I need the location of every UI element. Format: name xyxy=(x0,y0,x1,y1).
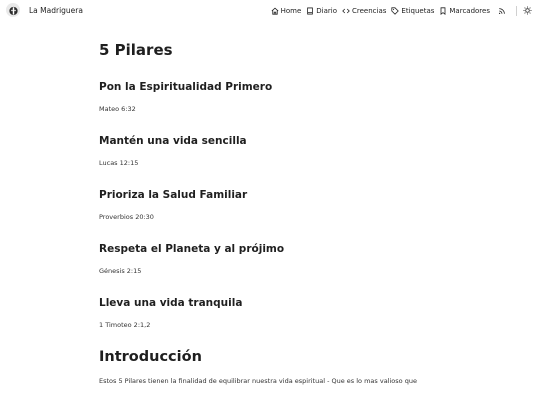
main-nav: Home Diario Creencias Etiquetas Marcador… xyxy=(266,5,534,16)
pillar-reference: Proverbios 20:30 xyxy=(99,213,154,221)
pillar-section: Pon la Espiritualidad Primero Mateo 6:32 xyxy=(99,80,459,114)
nav-label-etiquetas: Etiquetas xyxy=(401,6,435,15)
pillar-reference: 1 Timoteo 2:1,2 xyxy=(99,321,151,329)
pillar-section: Respeta el Planeta y al prójimo Génesis … xyxy=(99,242,459,276)
rss-link[interactable] xyxy=(498,7,508,15)
nav-item-creencias[interactable]: Creencias xyxy=(342,7,386,15)
nav-label-creencias: Creencias xyxy=(352,6,387,15)
bookmark-icon xyxy=(440,6,446,15)
pillar-heading: Mantén una vida sencilla xyxy=(99,135,247,147)
tag-icon xyxy=(391,6,400,15)
pillar-reference: Lucas 12:15 xyxy=(99,159,139,167)
pillar-reference: Génesis 2:15 xyxy=(99,267,142,275)
intro-paragraph: Estos 5 Pilares tienen la finalidad de e… xyxy=(99,377,417,385)
pillar-section: Prioriza la Salud Familiar Proverbios 20… xyxy=(99,188,459,222)
pillar-reference: Mateo 6:32 xyxy=(99,105,136,113)
book-icon xyxy=(307,7,314,14)
code-icon xyxy=(342,8,350,13)
pillar-heading: Respeta el Planeta y al prójimo xyxy=(99,243,285,255)
pillar-heading: Pon la Espiritualidad Primero xyxy=(99,81,273,93)
pillar-heading: Lleva una vida tranquila xyxy=(99,297,243,309)
nav-item-home[interactable]: Home xyxy=(271,6,302,15)
top-navbar: La Madriguera Home Diario Creencias Etiq… xyxy=(0,0,540,22)
pillar-section: Mantén una vida sencilla Lucas 12:15 xyxy=(99,134,459,168)
pillar-section: Lleva una vida tranquila 1 Timoteo 2:1,2 xyxy=(99,296,459,330)
nav-item-diario[interactable]: Diario xyxy=(306,7,337,15)
home-icon xyxy=(271,7,279,15)
theme-toggle-button[interactable] xyxy=(523,6,534,15)
nav-item-marcadores[interactable]: Marcadores xyxy=(439,7,490,15)
page-title: 5 Pilares xyxy=(99,41,173,59)
nav-label-marcadores: Marcadores xyxy=(449,6,490,15)
avatar xyxy=(6,3,20,17)
intro-heading: Introducción xyxy=(99,349,202,365)
nav-label-home: Home xyxy=(280,6,302,15)
site-brand-link[interactable]: La Madriguera xyxy=(6,3,83,17)
sun-icon xyxy=(523,6,532,15)
nav-item-etiquetas[interactable]: Etiquetas xyxy=(391,7,434,15)
nav-label-diario: Diario xyxy=(316,6,337,15)
nav-divider xyxy=(516,5,517,16)
rss-icon xyxy=(498,7,505,14)
main-content: 5 Pilares Pon la Espiritualidad Primero … xyxy=(99,40,459,386)
pillar-heading: Prioriza la Salud Familiar xyxy=(99,189,248,201)
badger-logo-icon xyxy=(8,6,18,15)
site-name: La Madriguera xyxy=(29,5,83,15)
